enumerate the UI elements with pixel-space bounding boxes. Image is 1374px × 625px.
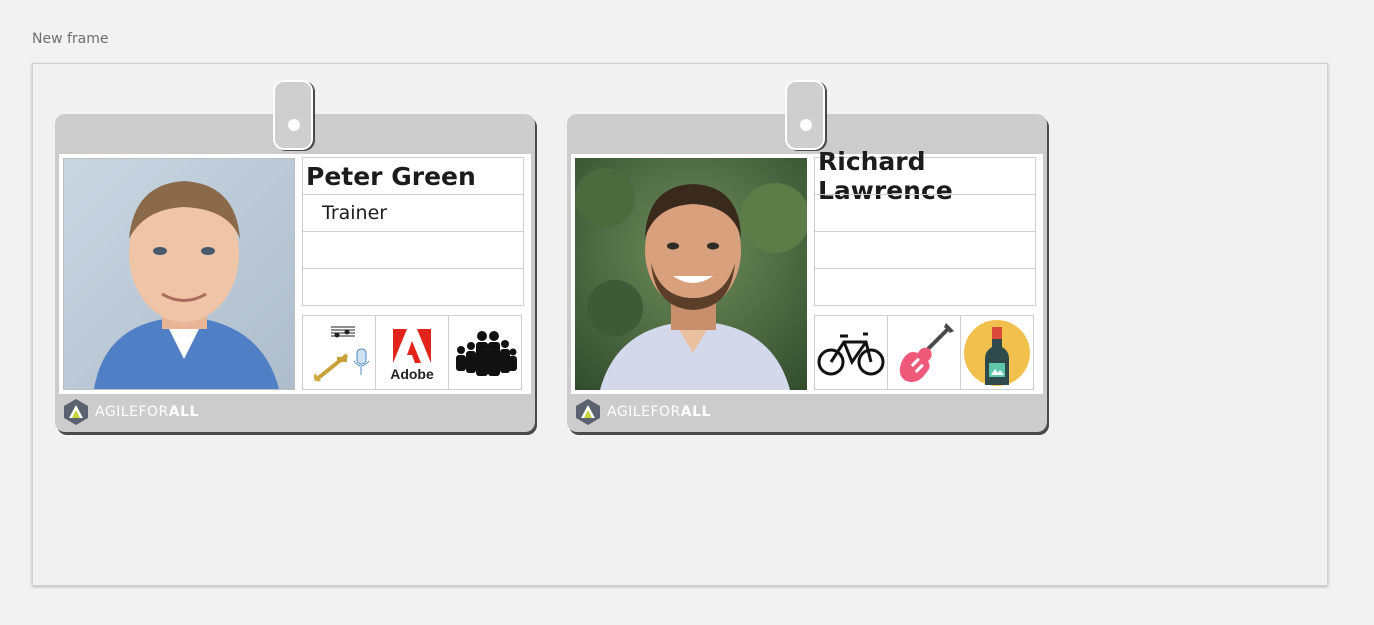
- brand-name: AGILEFORALL: [607, 404, 711, 420]
- badge-field-4[interactable]: [814, 268, 1036, 306]
- electric-guitar-icon[interactable]: [887, 315, 961, 390]
- brand-prefix: AGILE: [95, 404, 139, 420]
- badge-clip: [273, 80, 313, 150]
- badge-field-3[interactable]: [814, 231, 1036, 269]
- badge-content: Richard Lawrence: [571, 147, 1043, 394]
- wine-bottle-icon[interactable]: [960, 315, 1034, 390]
- family-icon[interactable]: [448, 315, 522, 390]
- brand-mid: FOR: [138, 404, 169, 420]
- badge-role[interactable]: [814, 194, 1036, 232]
- brand-name: AGILEFORALL: [95, 404, 199, 420]
- clip-hole: [288, 119, 300, 131]
- brand-suffix: ALL: [680, 404, 711, 420]
- clip-hole: [800, 119, 812, 131]
- profile-photo[interactable]: [575, 158, 807, 390]
- badge-content: Peter Green Trainer Adobe: [59, 154, 531, 394]
- interest-icons: [814, 315, 1036, 390]
- badge-clip: [785, 80, 825, 150]
- frame-canvas[interactable]: Peter Green Trainer Adobe AGILEFORALL Ri…: [32, 63, 1328, 586]
- brand-suffix: ALL: [168, 404, 199, 420]
- bicycle-icon[interactable]: [814, 315, 888, 390]
- badge-name[interactable]: Peter Green: [302, 157, 524, 195]
- badge-field-3[interactable]: [302, 231, 524, 269]
- profile-photo[interactable]: [63, 158, 295, 390]
- brand-mid: FOR: [650, 404, 681, 420]
- brand-footer: AGILEFORALL: [63, 398, 199, 426]
- badge-card-peter[interactable]: Peter Green Trainer Adobe AGILEFORALL: [55, 80, 535, 432]
- badge-name[interactable]: Richard Lawrence: [814, 147, 1036, 205]
- interest-icons: Adobe: [302, 315, 524, 390]
- badge-field-4[interactable]: [302, 268, 524, 306]
- badge-card-richard[interactable]: Richard Lawrence AGILEFORALL: [567, 80, 1047, 432]
- adobe-logo-icon[interactable]: Adobe: [375, 315, 449, 390]
- brand-footer: AGILEFORALL: [575, 398, 711, 426]
- music-trumpet-microphone-icon[interactable]: [302, 315, 376, 390]
- agile-for-all-logo-icon: [64, 399, 88, 425]
- adobe-label: Adobe: [390, 366, 434, 382]
- badge-role[interactable]: Trainer: [302, 194, 524, 232]
- frame-label[interactable]: New frame: [32, 31, 109, 47]
- agile-for-all-logo-icon: [576, 399, 600, 425]
- brand-prefix: AGILE: [607, 404, 651, 420]
